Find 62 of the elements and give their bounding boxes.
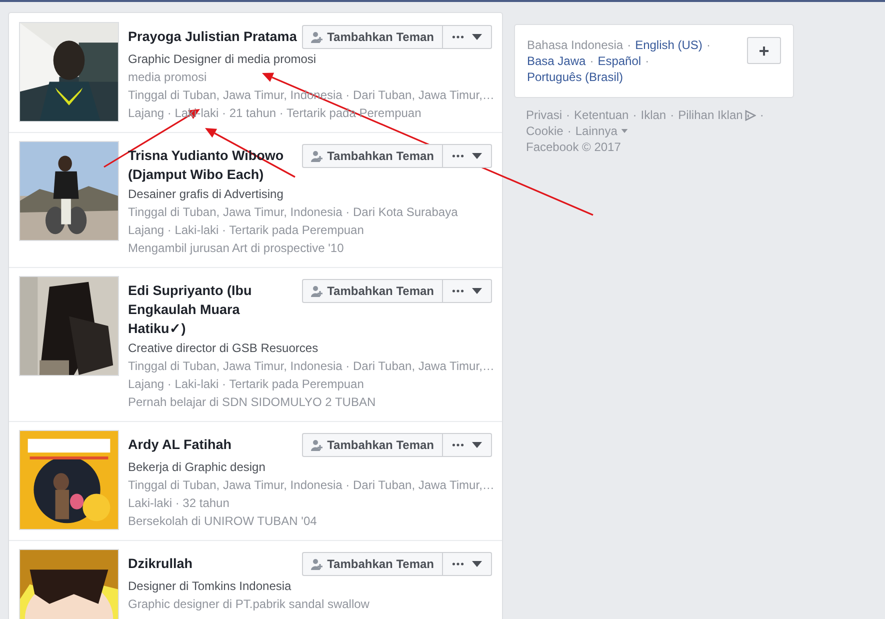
profile-name[interactable]: Ardy AL Fatihah: [128, 435, 232, 454]
detail-text: Tinggal di Tuban, Jawa Timur, Indonesia · Dari Tuban, Jawa Timur,…: [128, 358, 492, 375]
detail-text: Mengambil jurusan Art di prospective '10: [128, 240, 345, 257]
profile-name[interactable]: Edi Supriyanto (Ibu Engkaulah Muara Hatiku✓): [128, 281, 298, 338]
add-person-icon: [311, 558, 324, 570]
add-friend-button[interactable]: Tambahkan Teman: [302, 279, 443, 303]
detail-text: Tinggal di Tuban, Jawa Timur, Indonesia · Dari Tuban, Jawa Timur,…: [128, 477, 492, 494]
more-options-button[interactable]: [443, 279, 492, 303]
caret-icon: [472, 34, 482, 40]
add-friend-button[interactable]: Tambahkan Teman: [302, 552, 443, 576]
language-link[interactable]: English (US): [635, 37, 702, 53]
add-friend-button[interactable]: Tambahkan Teman: [302, 25, 443, 49]
more-icon: [452, 443, 464, 447]
more-icon: [452, 154, 464, 158]
add-person-icon: [311, 439, 324, 451]
separator-dot: ·: [632, 107, 638, 123]
detail-text: Lajang · Laki-laki · Tertarik pada Perempuan: [128, 222, 365, 239]
caret-icon: [472, 561, 482, 567]
add-language-button[interactable]: +: [747, 37, 781, 64]
detail-text: Graphic designer di PT.pabrik sandal swallow: [128, 596, 370, 613]
caret-icon: [472, 442, 482, 448]
separator-dot: ·: [565, 107, 572, 123]
more-options-button[interactable]: [443, 433, 492, 457]
more-icon: [452, 289, 464, 293]
separator-dot: ·: [705, 37, 712, 53]
more-options-button[interactable]: [443, 144, 492, 168]
add-person-icon: [311, 150, 324, 162]
separator-dot: ·: [566, 123, 572, 139]
separator-dot: ·: [626, 37, 632, 53]
detail-text: Tinggal di Tuban, Jawa Timur, Indonesia · Dari Kota Surabaya: [128, 204, 459, 221]
separator-dot: ·: [644, 53, 650, 69]
more-icon: [452, 35, 464, 39]
separator-dot: ·: [758, 107, 765, 123]
detail-text: Pernah belajar di SDN SIDOMULYO 2 TUBAN: [128, 394, 377, 411]
headline-text: Creative director di GSB Resuorces: [128, 340, 320, 357]
more-options-button[interactable]: [443, 552, 492, 576]
headline-text: Graphic Designer di media promosi: [128, 51, 318, 68]
more-icon: [452, 562, 464, 566]
add-person-icon: [311, 31, 324, 43]
caret-icon: [472, 288, 482, 294]
add-friend-button[interactable]: Tambahkan Teman: [302, 144, 443, 168]
add-person-icon: [311, 285, 324, 297]
add-friend-button[interactable]: Tambahkan Teman: [302, 433, 443, 457]
caret-icon: [621, 129, 628, 133]
detail-text: media promosi: [128, 69, 208, 86]
detail-text: Laki-laki · 32 tahun: [128, 495, 230, 512]
headline-text: Bekerja di Graphic design: [128, 459, 266, 476]
separator-dot: ·: [588, 53, 595, 69]
detail-text: Bersekolah di UNIROW TUBAN '04: [128, 513, 318, 530]
profile-name[interactable]: Prayoga Julistian Pratama: [128, 27, 297, 46]
language-link[interactable]: Basa Jawa: [527, 53, 586, 69]
headline-text: Designer di Tomkins Indonesia: [128, 578, 292, 595]
language-link[interactable]: Português (Brasil): [527, 69, 624, 85]
language-link[interactable]: Español: [598, 53, 642, 69]
more-options-button[interactable]: [443, 25, 492, 49]
caret-icon: [472, 153, 482, 159]
profile-name[interactable]: Dzikrullah: [128, 554, 193, 573]
ad-choices-icon: [744, 110, 756, 120]
headline-text: Desainer grafis di Advertising: [128, 186, 284, 203]
copyright-text: Facebook © 2017: [526, 139, 622, 155]
separator-dot: ·: [669, 107, 676, 123]
detail-text: Lajang · Laki-laki · Tertarik pada Perempuan: [128, 376, 365, 393]
